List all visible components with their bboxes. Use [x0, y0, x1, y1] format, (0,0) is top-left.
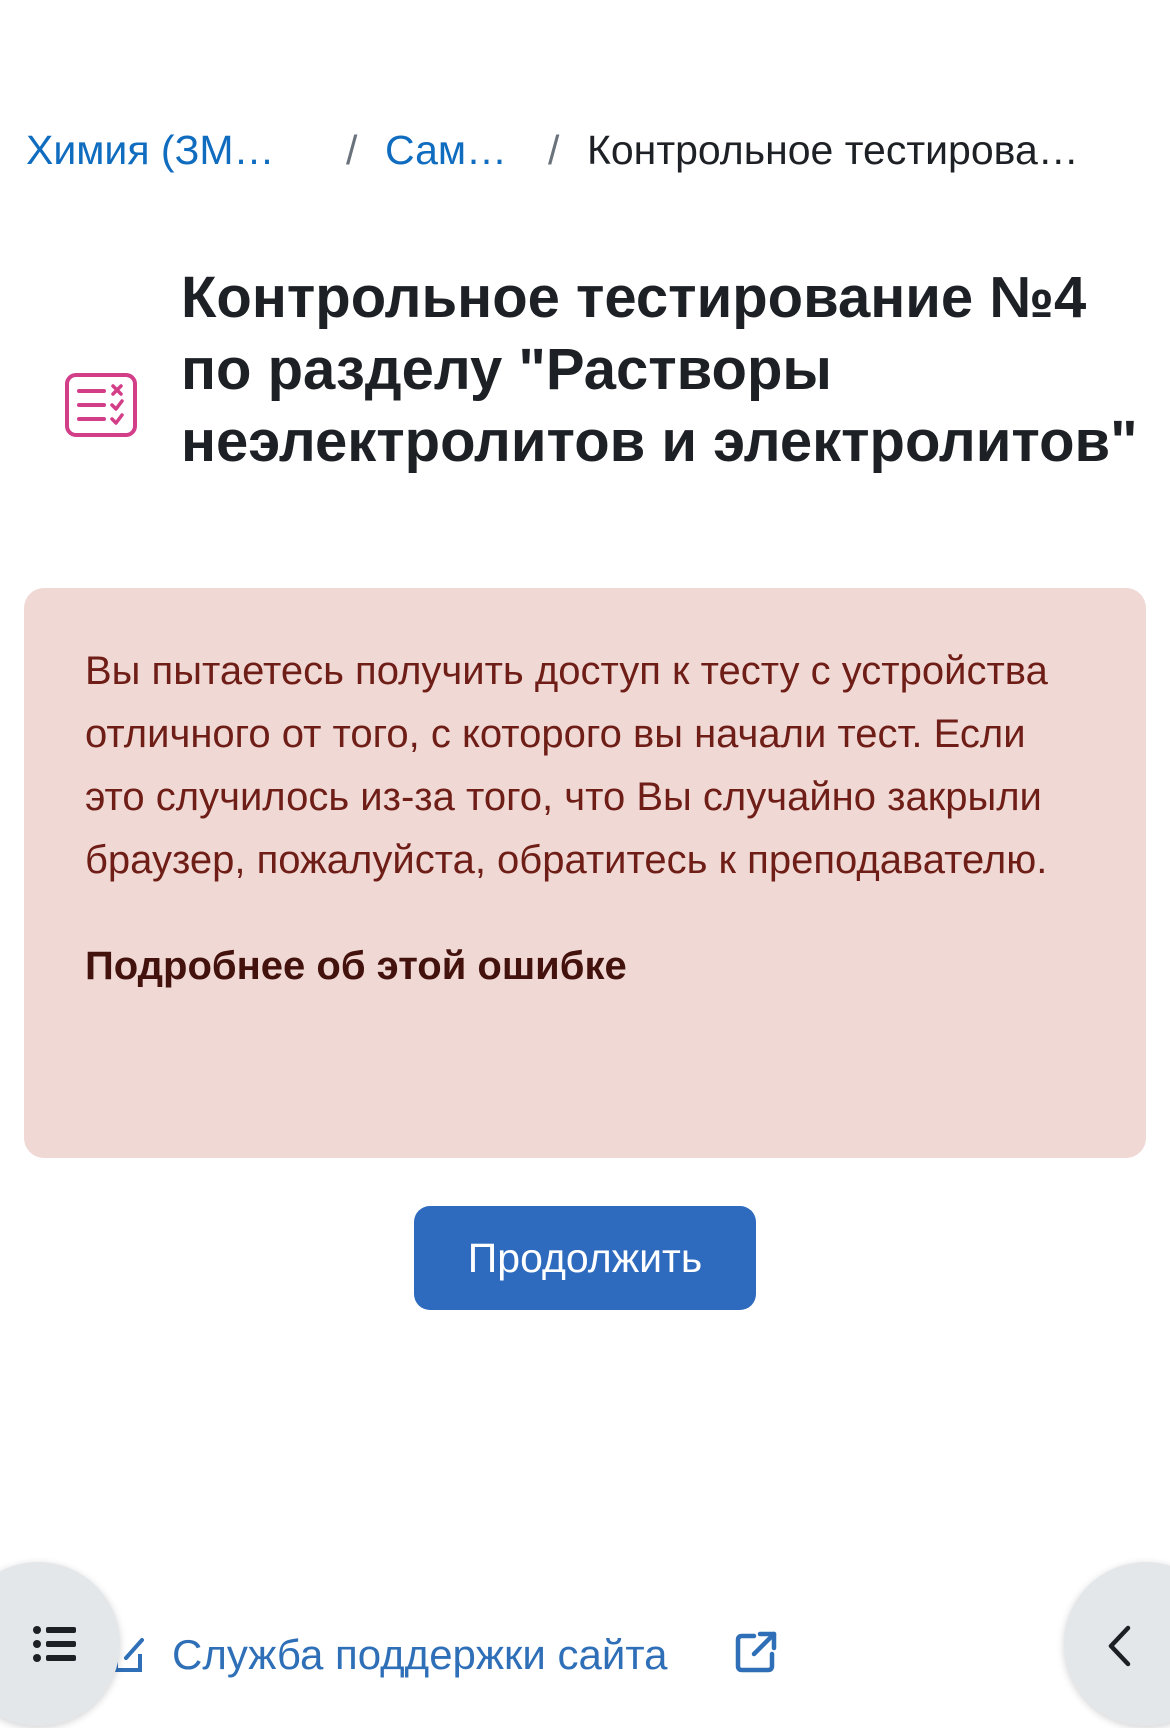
quiz-icon: [65, 373, 137, 437]
error-details-link[interactable]: Подробнее об этой ошибке: [85, 936, 1086, 996]
breadcrumb-item-course[interactable]: Химия (ЗМ-…: [26, 120, 284, 180]
list-icon: [33, 1626, 76, 1662]
breadcrumb-item-current: Контрольное тестирова…: [587, 127, 1079, 173]
external-link-icon: [735, 1631, 777, 1673]
error-message: Вы пытаетесь получить доступ к тесту с у…: [85, 649, 1048, 882]
breadcrumb: Химия (ЗМ-… / Сам… / Контрольное тестиро…: [26, 120, 1136, 180]
continue-button[interactable]: Продолжить: [414, 1206, 756, 1310]
page-title: Контрольное тестирование №4 по разделу "…: [181, 265, 1138, 474]
chevron-left-icon: [1108, 1625, 1131, 1667]
support-link[interactable]: Служба поддержки сайта: [172, 1620, 667, 1690]
breadcrumb-item-section[interactable]: Сам…: [385, 120, 509, 180]
breadcrumb-separator: /: [346, 127, 358, 173]
error-alert: Вы пытаетесь получить доступ к тесту с у…: [24, 588, 1146, 1158]
breadcrumb-separator: /: [548, 127, 560, 173]
